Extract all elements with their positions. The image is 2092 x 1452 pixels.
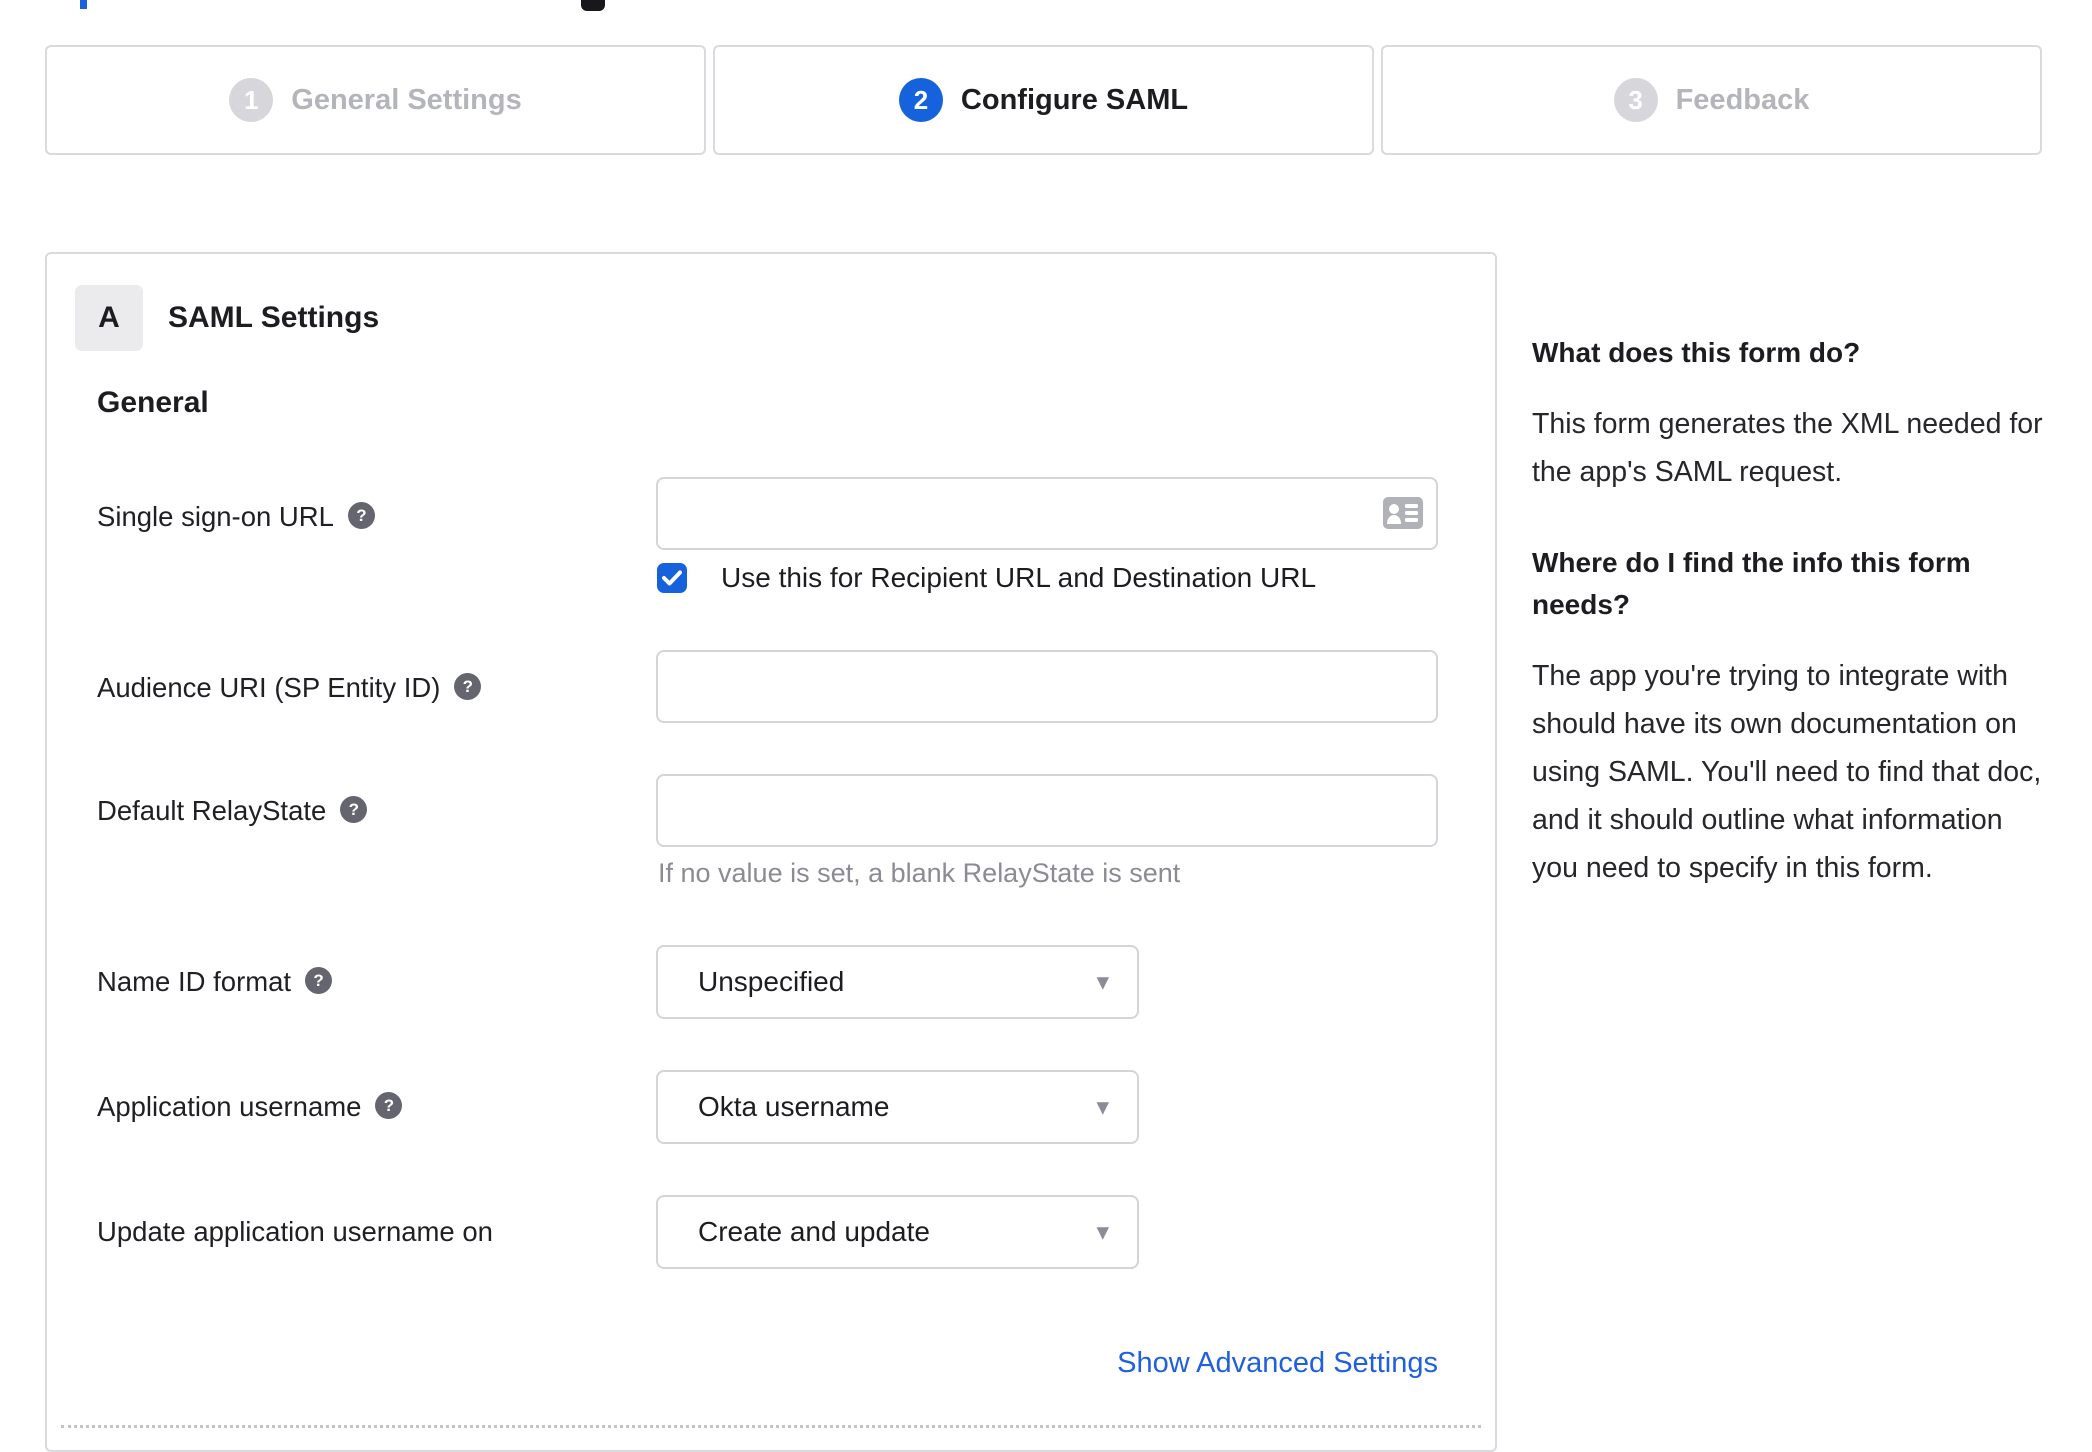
- step-3-label: Feedback: [1675, 83, 1810, 116]
- step-2-label: Configure SAML: [960, 83, 1189, 116]
- step-1-label: General Settings: [291, 83, 522, 116]
- name-id-format-select[interactable]: Unspecified ▾: [656, 945, 1139, 1019]
- single-sign-on-url-label: Single sign-on URL?: [97, 501, 637, 533]
- audience-uri-label: Audience URI (SP Entity ID)?: [97, 672, 637, 704]
- contact-card-icon[interactable]: [1383, 497, 1423, 529]
- step-2-number: 2: [898, 78, 943, 122]
- audience-uri-input[interactable]: [656, 650, 1438, 723]
- chevron-down-icon: ▾: [1096, 968, 1109, 996]
- help-sidebar: What does this form do? This form genera…: [1532, 332, 2052, 938]
- update-app-username-select[interactable]: Create and update ▾: [656, 1195, 1139, 1269]
- recipient-url-checkbox[interactable]: [657, 563, 687, 593]
- sidebar-heading-2: Where do I find the info this form needs…: [1532, 547, 1971, 620]
- step-3-number: 3: [1613, 78, 1658, 122]
- show-advanced-settings-link[interactable]: Show Advanced Settings: [656, 1347, 1438, 1380]
- sidebar-body-1: This form generates the XML needed for t…: [1532, 408, 2043, 488]
- saml-settings-panel: A SAML Settings General Single sign-on U…: [45, 252, 1497, 1452]
- sidebar-heading-1: What does this form do?: [1532, 337, 1861, 368]
- step-configure-saml[interactable]: 2 Configure SAML: [713, 45, 1374, 155]
- section-a-badge: A: [75, 285, 143, 351]
- cutoff-blue-element: [80, 0, 87, 9]
- default-relaystate-label: Default RelayState?: [97, 795, 637, 827]
- cutoff-dark-icon: [581, 0, 605, 11]
- application-username-select[interactable]: Okta username ▾: [656, 1070, 1139, 1144]
- recipient-url-checkbox-row: Use this for Recipient URL and Destinati…: [657, 562, 1316, 594]
- update-app-username-value: Create and update: [698, 1216, 930, 1247]
- general-group-title: General: [97, 386, 209, 419]
- help-icon[interactable]: ?: [375, 1092, 403, 1120]
- relaystate-hint: If no value is set, a blank RelayState i…: [658, 858, 1181, 888]
- wizard-stepper: 1 General Settings 2 Configure SAML 3 Fe…: [45, 45, 2042, 155]
- name-id-format-value: Unspecified: [698, 966, 845, 997]
- chevron-down-icon: ▾: [1096, 1093, 1109, 1121]
- chevron-down-icon: ▾: [1096, 1218, 1109, 1246]
- help-icon[interactable]: ?: [340, 796, 368, 824]
- sidebar-body-2: The app you're trying to integrate with …: [1532, 660, 2042, 884]
- application-username-value: Okta username: [698, 1091, 890, 1122]
- update-app-username-label: Update application username on: [97, 1216, 493, 1247]
- step-feedback[interactable]: 3 Feedback: [1381, 45, 2042, 155]
- name-id-format-label: Name ID format?: [97, 966, 637, 998]
- panel-header: A SAML Settings: [75, 285, 379, 351]
- section-divider: [61, 1425, 1481, 1428]
- help-icon[interactable]: ?: [347, 502, 375, 530]
- help-icon[interactable]: ?: [454, 673, 482, 701]
- default-relaystate-input[interactable]: [656, 774, 1438, 847]
- application-username-label: Application username?: [97, 1091, 637, 1123]
- recipient-url-checkbox-label: Use this for Recipient URL and Destinati…: [721, 562, 1317, 593]
- help-icon[interactable]: ?: [305, 967, 333, 995]
- section-title: SAML Settings: [168, 301, 380, 334]
- step-general-settings[interactable]: 1 General Settings: [45, 45, 706, 155]
- step-1-number: 1: [229, 78, 274, 122]
- single-sign-on-url-input[interactable]: [656, 477, 1438, 550]
